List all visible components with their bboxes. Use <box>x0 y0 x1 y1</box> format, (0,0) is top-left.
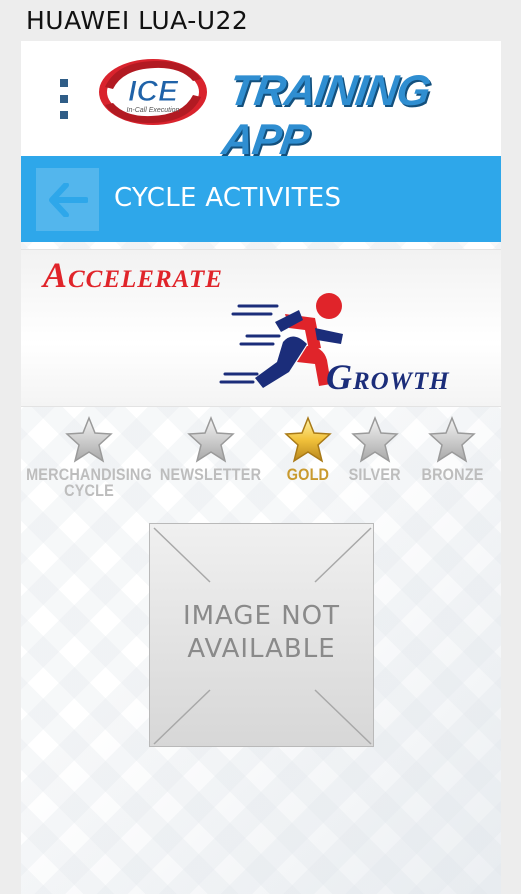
banner-word-growth: Growth <box>326 357 450 397</box>
level-label: NEWSLETTER <box>160 465 262 484</box>
back-button[interactable] <box>36 168 99 231</box>
menu-dot-icon <box>60 95 68 103</box>
star-icon <box>65 415 113 463</box>
level-gold[interactable]: GOLD <box>278 415 338 483</box>
page-title: CYCLE ACTIVITES <box>114 183 342 213</box>
level-tabs: MERCHANDISING CYCLE NEWSLETTER GOLD SILV… <box>21 415 501 515</box>
menu-dot-icon <box>60 79 68 87</box>
level-merchandising-cycle[interactable]: MERCHANDISING CYCLE <box>23 415 155 499</box>
accelerate-growth-banner: Accelerate Growth <box>21 249 501 407</box>
app-header: ICE In-Call Execution TRAINING APP <box>21 41 501 164</box>
arrow-left-icon <box>48 182 88 217</box>
device-name: HUAWEI LUA-U22 <box>26 6 249 35</box>
app-logo-title: TRAINING APP <box>219 67 433 164</box>
level-label: BRONZE <box>420 465 484 484</box>
star-icon <box>428 415 476 463</box>
level-label: MERCHANDISING CYCLE <box>26 465 152 500</box>
level-label: SILVER <box>348 465 402 484</box>
image-not-available-placeholder: IMAGE NOT AVAILABLE <box>149 523 374 747</box>
level-bronze[interactable]: BRONZE <box>419 415 485 483</box>
logo-badge-text: ICE <box>128 75 179 108</box>
app-screen: ICE In-Call Execution TRAINING APP CYCLE… <box>21 41 501 894</box>
menu-button[interactable] <box>55 79 73 119</box>
menu-dot-icon <box>60 111 68 119</box>
star-icon <box>351 415 399 463</box>
logo-badge-subtext: In-Call Execution <box>127 107 180 114</box>
level-label: GOLD <box>286 465 330 484</box>
placeholder-text: IMAGE NOT AVAILABLE <box>182 601 341 664</box>
banner-word-accelerate: Accelerate <box>43 255 223 295</box>
level-silver[interactable]: SILVER <box>345 415 405 483</box>
star-icon <box>187 415 235 463</box>
star-icon <box>284 415 332 463</box>
level-newsletter[interactable]: NEWSLETTER <box>160 415 262 484</box>
ice-logo-icon: ICE In-Call Execution <box>99 59 207 125</box>
title-bar: CYCLE ACTIVITES <box>21 156 501 242</box>
